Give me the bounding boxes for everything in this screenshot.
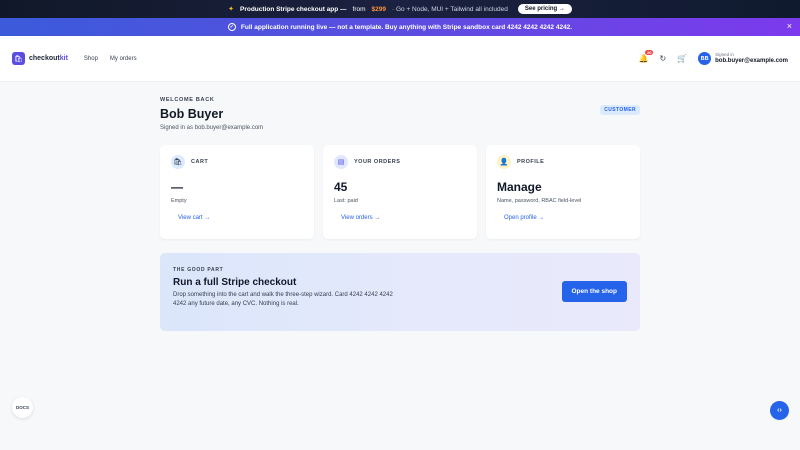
live-notice-banner: ✓ Full application running live — not a … <box>0 18 800 36</box>
card-label: CART <box>191 159 209 165</box>
top-nav: 🛍 checkoutkit Shop My orders 🔔 20 ↻ 🛒 BB… <box>0 36 800 82</box>
card-subtext: Last: paid <box>334 198 358 204</box>
promo-price: $299 <box>371 5 386 13</box>
cart-icon[interactable]: 🛒 <box>677 54 687 63</box>
user-email: bob.buyer@example.com <box>715 57 788 64</box>
notifications-button[interactable]: 🔔 20 <box>638 50 654 63</box>
card-subtext: Name, password, RBAC field-level <box>497 198 582 204</box>
checkout-cta: THE GOOD PART Run a full Stripe checkout… <box>160 253 640 331</box>
docs-button[interactable]: DOCS <box>12 397 33 418</box>
role-badge: CUSTOMER <box>600 105 640 115</box>
nav-links: Shop My orders <box>84 56 137 62</box>
code-icon[interactable]: ‹› <box>770 401 789 420</box>
nav-link-shop[interactable]: Shop <box>84 56 98 62</box>
shopping-bag-icon: 🛍 <box>12 52 25 65</box>
promo-stack: · Go + Node, MUI + Tailwind all included <box>392 5 508 13</box>
cta-title: Run a full Stripe checkout <box>173 277 297 288</box>
cta-text: Drop something into the cart and walk th… <box>173 292 393 308</box>
page-title: Bob Buyer <box>160 107 224 121</box>
open-profile-link[interactable]: Open profile → <box>504 215 629 221</box>
profile-card: 👤 PROFILE Manage Name, password, RBAC fi… <box>486 145 640 239</box>
avatar: BB <box>698 52 712 65</box>
user-icon: 👤 <box>497 155 511 169</box>
summary-cards: 🛍 CART — Empty View cart → ▤ YOUR ORDERS… <box>160 145 640 239</box>
card-label: YOUR ORDERS <box>354 159 401 165</box>
notification-badge: 20 <box>645 50 654 55</box>
brand-name: checkoutkit <box>29 55 68 62</box>
user-info: Signed in bob.buyer@example.com <box>715 52 788 64</box>
promo-banner: ✦ Production Stripe checkout app — from … <box>0 0 800 18</box>
card-value: 45 <box>334 180 348 194</box>
close-icon[interactable]: × <box>787 21 792 31</box>
cart-card: 🛍 CART — Empty View cart → <box>160 145 314 239</box>
open-shop-button[interactable]: Open the shop <box>561 281 627 302</box>
notice-text: Full application running live — not a te… <box>240 23 573 31</box>
see-pricing-button[interactable]: See pricing → <box>517 4 572 14</box>
brand-logo-link[interactable]: 🛍 checkoutkit <box>12 52 68 65</box>
card-subtext: Empty <box>171 198 187 204</box>
orders-card: ▤ YOUR ORDERS 45 Last: paid View orders … <box>323 145 477 239</box>
promo-from: from <box>352 5 366 13</box>
nav-actions: 🔔 20 ↻ 🛒 BB Signed in bob.buyer@example.… <box>638 50 788 65</box>
bell-icon: 🔔 <box>638 54 649 63</box>
signed-in-subtitle: Signed in as bob.buyer@example.com <box>160 125 264 131</box>
card-value: Manage <box>497 180 542 194</box>
brand-name-main: checkout <box>29 55 60 62</box>
sparkle-icon: ✦ <box>228 6 234 13</box>
user-menu[interactable]: BB Signed in bob.buyer@example.com <box>698 52 788 65</box>
welcome-eyebrow: WELCOME BACK <box>160 97 215 103</box>
nav-link-my-orders[interactable]: My orders <box>110 56 137 62</box>
view-orders-link[interactable]: View orders → <box>341 215 466 221</box>
brand-name-accent: kit <box>59 55 68 62</box>
check-circle-icon: ✓ <box>227 23 236 31</box>
card-label: PROFILE <box>517 159 545 165</box>
promo-headline: Production Stripe checkout app — <box>239 5 347 13</box>
view-cart-link[interactable]: View cart → <box>178 215 303 221</box>
dashboard-main: WELCOME BACK Bob Buyer Signed in as bob.… <box>160 82 640 331</box>
shopping-bag-icon: 🛍 <box>171 155 185 169</box>
refresh-icon[interactable]: ↻ <box>659 54 666 63</box>
cta-eyebrow: THE GOOD PART <box>173 267 224 273</box>
card-value: — <box>171 180 183 194</box>
welcome-header: WELCOME BACK Bob Buyer Signed in as bob.… <box>160 97 640 131</box>
receipt-icon: ▤ <box>334 155 348 169</box>
